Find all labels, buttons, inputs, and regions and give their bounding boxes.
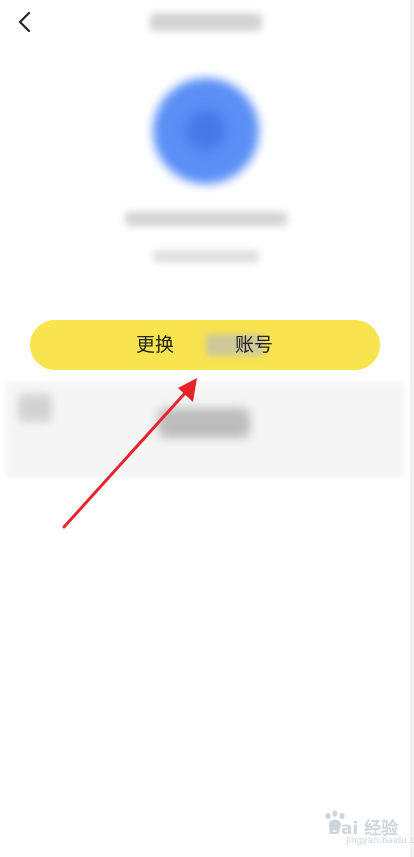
- page-edge: [410, 0, 414, 857]
- baidu-watermark: Bai 经验 jingyan.baidu.com: [300, 810, 414, 852]
- back-button[interactable]: [12, 8, 40, 36]
- switch-account-button[interactable]: 更换 账号: [30, 320, 380, 370]
- switch-button-label-prefix: 更换: [136, 334, 175, 356]
- watermark-url: jingyan.baidu.com: [346, 836, 414, 846]
- switch-button-label-suffix: 账号: [235, 334, 274, 356]
- redacted-option-icon: [18, 394, 52, 422]
- redacted-account-name: [125, 212, 287, 226]
- redacted-page-title: [150, 13, 262, 31]
- chevron-left-icon: [18, 11, 31, 33]
- redacted-option-label: [158, 408, 250, 438]
- avatar-glyph-icon: [186, 110, 226, 150]
- redacted-account-info: [153, 251, 259, 262]
